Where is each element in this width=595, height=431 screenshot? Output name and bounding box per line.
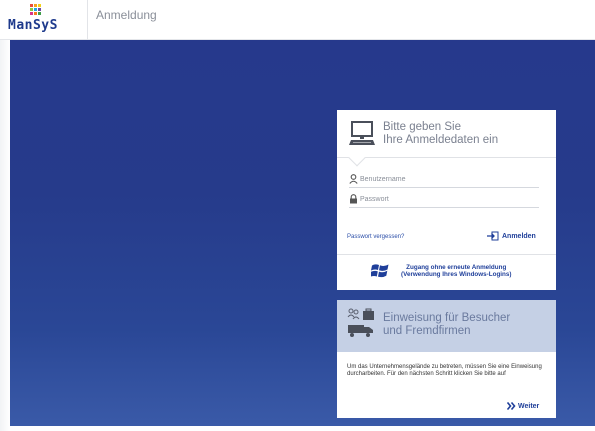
windows-login-line1: Zugang ohne erneute Anmeldung <box>406 264 507 271</box>
visitor-title-line1: Einweisung für Besucher <box>383 312 511 324</box>
windows-login-line2: (Verwendung Ihres Windows-Logins) <box>401 271 512 278</box>
visitor-header: Einweisung für Besucher und Fremdfirmen <box>337 300 556 352</box>
top-bar: ManSyS Anmeldung <box>0 0 595 40</box>
next-button-label: Weiter <box>518 402 540 410</box>
computer-icon <box>349 121 375 145</box>
windows-login-button[interactable]: Zugang ohne erneute Anmeldung (Verwendun… <box>337 255 556 290</box>
page-title: Anmeldung <box>96 8 157 22</box>
login-arrow-icon <box>487 231 499 241</box>
next-button[interactable]: Weiter <box>507 402 539 410</box>
username-field <box>349 173 539 188</box>
password-input[interactable] <box>360 193 538 205</box>
visitor-title-line2: und Fremdfirmen <box>383 325 471 337</box>
login-button-label: Anmelden <box>502 232 536 240</box>
user-icon <box>349 174 358 184</box>
double-chevron-right-icon <box>507 402 516 410</box>
login-title-line2: Ihre Anmeldedaten ein <box>383 134 499 146</box>
password-field <box>349 193 539 208</box>
header-divider <box>87 0 88 40</box>
logo-text: ManSyS <box>8 18 58 33</box>
visitor-body: Um das Unternehmensgelände zu betreten, … <box>337 352 556 418</box>
mansys-logo[interactable]: ManSyS <box>8 4 78 38</box>
login-title: Bitte geben Sie Ihre Anmeldedaten ein <box>383 121 498 147</box>
lock-icon <box>349 194 358 204</box>
login-button[interactable]: Anmelden <box>487 230 536 242</box>
windows-logo-icon <box>371 264 389 278</box>
visitor-vehicle-icon <box>347 308 374 337</box>
visitor-panel: Einweisung für Besucher und Fremdfirmen … <box>337 300 556 418</box>
windows-login-text: Zugang ohne erneute Anmeldung (Verwendun… <box>401 264 512 278</box>
visitor-title: Einweisung für Besucher und Fremdfirmen <box>383 312 510 338</box>
left-edge <box>0 0 10 431</box>
login-header: Bitte geben Sie Ihre Anmeldedaten ein <box>337 110 556 158</box>
login-title-line1: Bitte geben Sie <box>383 121 462 133</box>
visitor-description: Um das Unternehmensgelände zu betreten, … <box>347 364 542 377</box>
username-input[interactable] <box>360 173 538 185</box>
logo-grid-icon <box>30 4 42 16</box>
login-panel: Bitte geben Sie Ihre Anmeldedaten ein Pa… <box>337 110 556 290</box>
forgot-password-link[interactable]: Passwort vergessen? <box>347 234 404 240</box>
